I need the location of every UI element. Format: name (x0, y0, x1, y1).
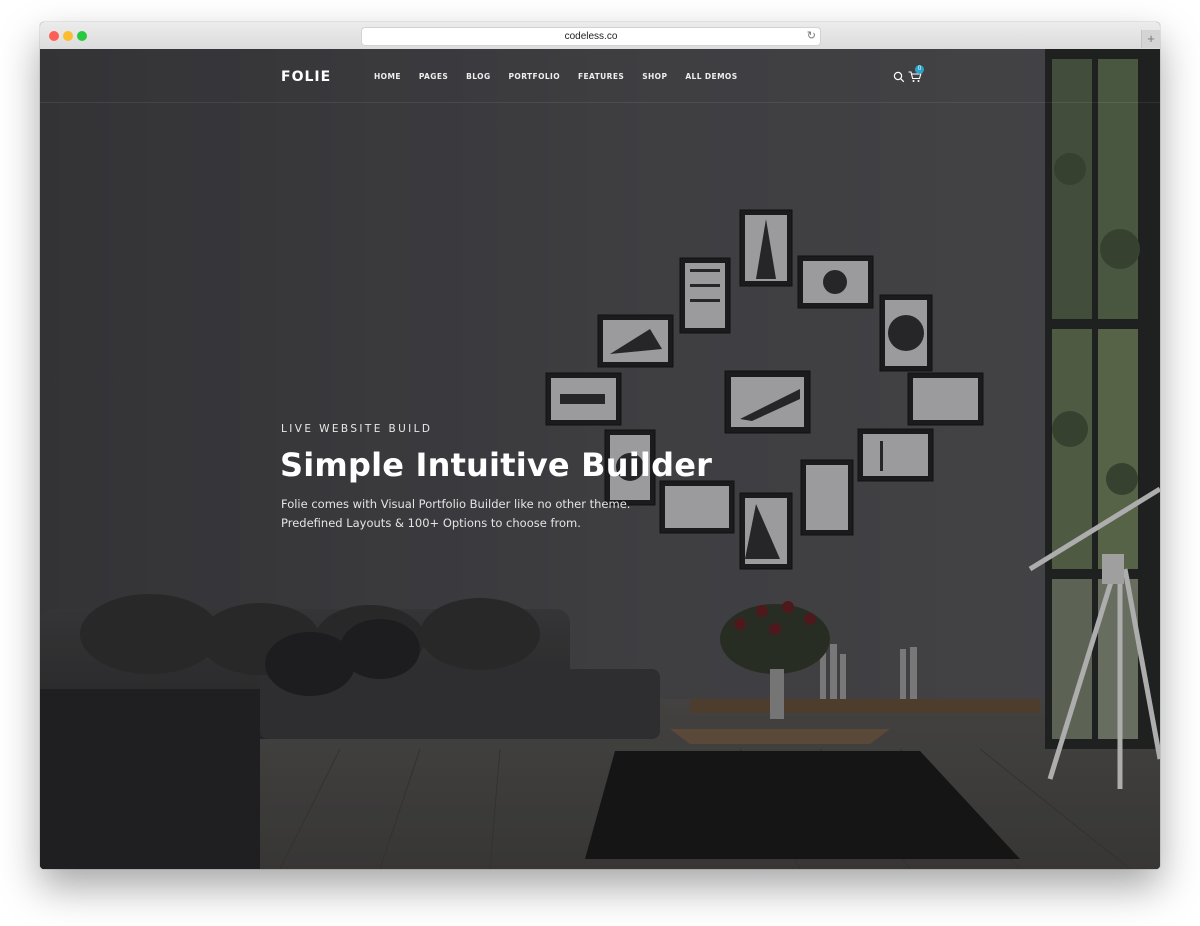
page-viewport: FOLIE HOME PAGES BLOG PORTFOLIO FEATURES… (40, 49, 1160, 869)
menu-item-features[interactable]: FEATURES (578, 72, 624, 81)
hero-description: Folie comes with Visual Portfolio Builde… (281, 495, 630, 533)
hero-title: Simple Intuitive Builder (280, 446, 713, 484)
reload-icon[interactable]: ↻ (807, 28, 816, 45)
address-bar-url: codeless.co (564, 31, 618, 42)
menu-item-pages[interactable]: PAGES (419, 72, 448, 81)
browser-titlebar: codeless.co ↻ + (40, 22, 1160, 50)
site-header: FOLIE HOME PAGES BLOG PORTFOLIO FEATURES… (40, 49, 1160, 103)
menu-item-portfolio[interactable]: PORTFOLIO (509, 72, 560, 81)
hero-description-line-2: Predefined Layouts & 100+ Options to cho… (281, 516, 581, 530)
browser-window: codeless.co ↻ + FOLIE HOME PAGES BLOG PO… (40, 22, 1160, 869)
cart-count-badge: 0 (915, 65, 924, 74)
menu-item-home[interactable]: HOME (374, 72, 401, 81)
hero-description-line-1: Folie comes with Visual Portfolio Builde… (281, 497, 631, 511)
new-tab-button[interactable]: + (1141, 30, 1160, 48)
zoom-window-button[interactable] (77, 31, 87, 41)
site-logo[interactable]: FOLIE (281, 69, 331, 85)
menu-item-blog[interactable]: BLOG (466, 72, 490, 81)
menu-item-shop[interactable]: SHOP (642, 72, 667, 81)
search-icon[interactable] (893, 71, 905, 83)
main-menu: HOME PAGES BLOG PORTFOLIO FEATURES SHOP … (374, 72, 756, 81)
hero-eyebrow: LIVE WEBSITE BUILD (281, 423, 433, 435)
minimize-window-button[interactable] (63, 31, 73, 41)
close-window-button[interactable] (49, 31, 59, 41)
menu-item-all-demos[interactable]: ALL DEMOS (685, 72, 737, 81)
address-bar[interactable]: codeless.co ↻ (361, 27, 821, 46)
